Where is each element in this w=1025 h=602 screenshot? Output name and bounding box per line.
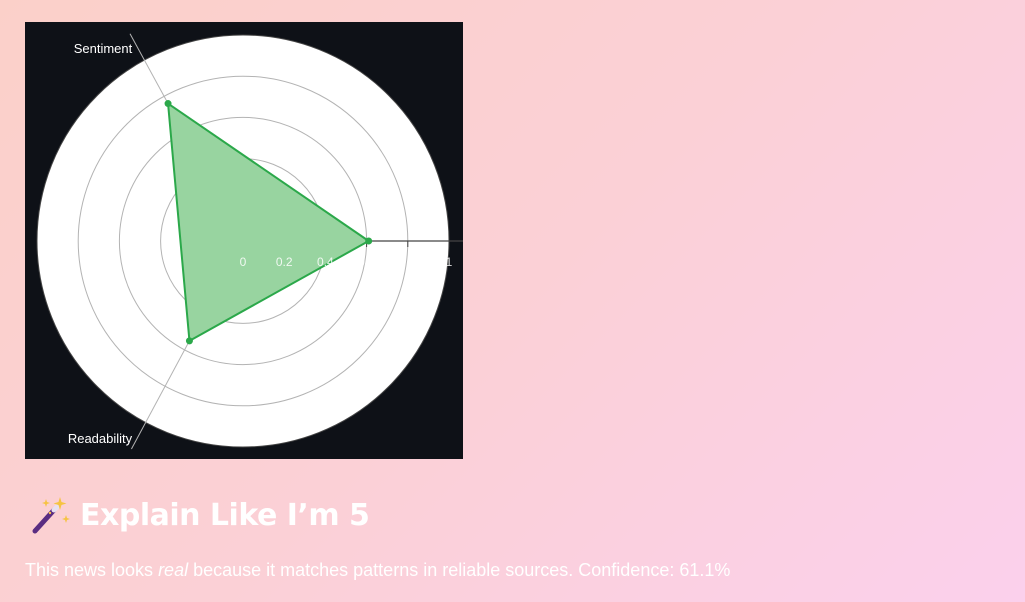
explain-text-before: This news looks xyxy=(25,560,159,580)
explain-text: This news looks real because it matches … xyxy=(25,560,730,581)
radar-tick-label: 0.4 xyxy=(317,255,334,269)
radar-tick-label: 0.6 xyxy=(358,255,375,269)
radar-tick-label: 0 xyxy=(240,255,247,269)
magic-wand-icon xyxy=(32,497,70,534)
radar-data-point xyxy=(365,237,373,245)
explain-text-after: because it matches patterns in reliable … xyxy=(188,560,731,580)
radar-tick-label: 1 xyxy=(446,255,453,269)
explain-heading: Explain Like I’m 5 xyxy=(30,493,370,537)
radar-tick-label: 0.8 xyxy=(399,255,416,269)
radar-chart: 0 0.2 0.4 0.6 0.8 1 Sentiment Readability xyxy=(25,22,463,459)
radar-chart-svg: 0 0.2 0.4 0.6 0.8 1 Sentiment Readability xyxy=(36,33,463,450)
radar-data-point xyxy=(164,100,172,108)
explain-title: Explain Like I’m 5 xyxy=(80,497,370,533)
explain-text-emphasis: real xyxy=(158,560,189,580)
radar-axis-label: Readability xyxy=(68,431,133,446)
radar-data-point xyxy=(185,337,193,345)
radar-axis-label: Sentiment xyxy=(74,41,133,56)
radar-tick-label: 0.2 xyxy=(276,255,293,269)
